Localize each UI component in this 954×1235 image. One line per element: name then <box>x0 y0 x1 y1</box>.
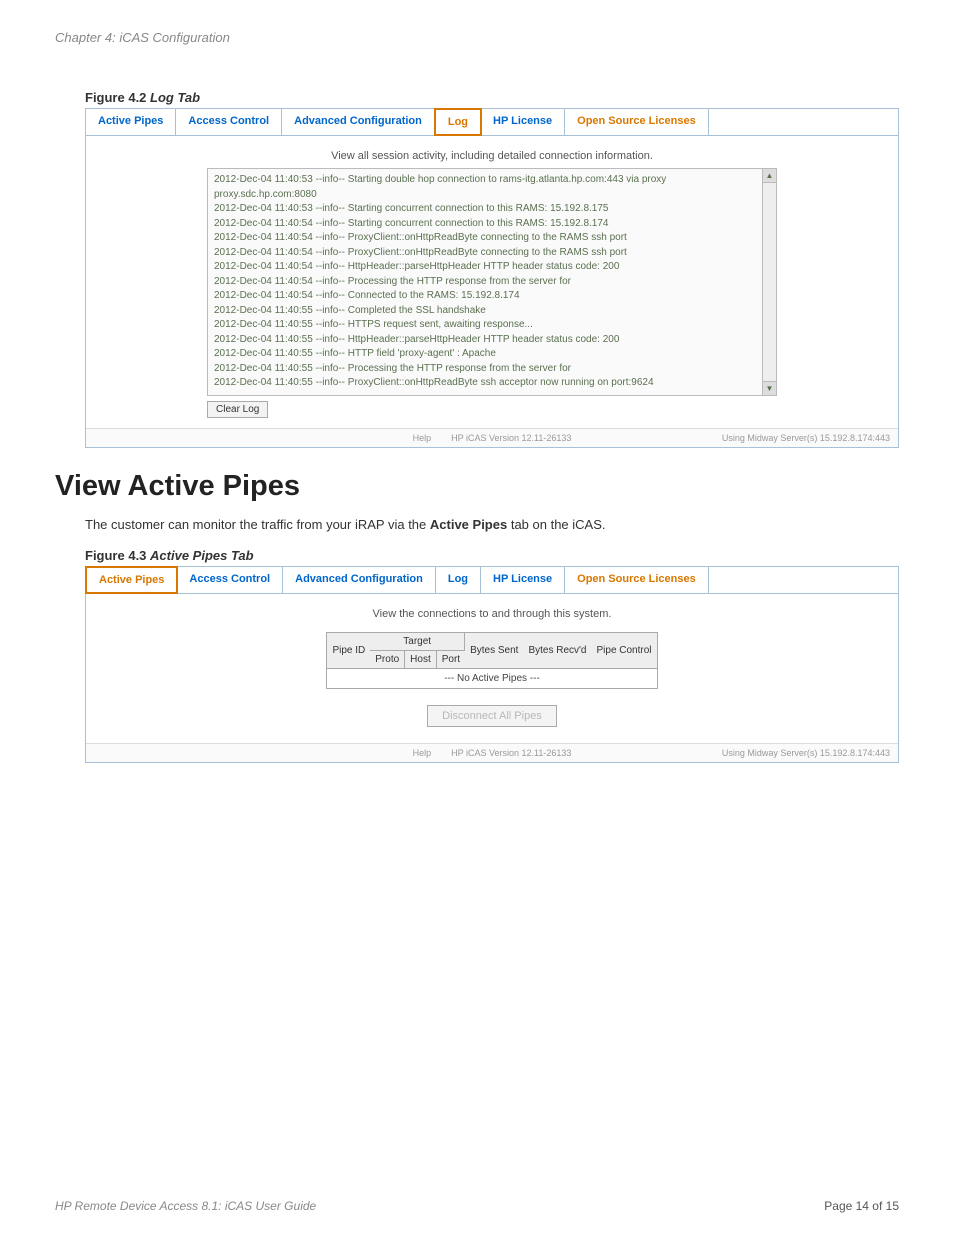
version-text: HP iCAS Version 12.11-26133 <box>451 748 571 758</box>
figure-4-3-label: Figure 4.3 Active Pipes Tab <box>85 548 899 563</box>
active-pipes-content: View the connections to and through this… <box>86 594 898 743</box>
log-line: 2012-Dec-04 11:40:55 --info-- HTTP field… <box>214 347 754 362</box>
version-text: HP iCAS Version 12.11-26133 <box>451 433 571 443</box>
scroll-up-icon[interactable]: ▲ <box>762 169 776 183</box>
disconnect-all-button[interactable]: Disconnect All Pipes <box>427 705 557 727</box>
figure-4-2-label: Figure 4.2 Log Tab <box>85 90 899 105</box>
log-line: 2012-Dec-04 11:40:54 --info-- HttpHeader… <box>214 260 754 275</box>
log-line: 2012-Dec-04 11:40:54 --info-- Connected … <box>214 289 754 304</box>
tab-advanced-config[interactable]: Advanced Configuration <box>282 109 435 135</box>
app-footer: Help HP iCAS Version 12.11-26133 Using M… <box>86 428 898 447</box>
pipes-description: View the connections to and through this… <box>96 608 888 620</box>
tab-bar: Active Pipes Access Control Advanced Con… <box>86 567 898 594</box>
server-text: Using Midway Server(s) 15.192.8.174:443 <box>625 748 890 758</box>
tab-hp-license[interactable]: HP License <box>481 109 565 135</box>
figure-prefix: Figure 4.3 <box>85 548 150 563</box>
tab-active-pipes[interactable]: Active Pipes <box>85 566 178 594</box>
col-port: Port <box>437 651 465 669</box>
figure-title: Active Pipes Tab <box>150 548 254 563</box>
text: tab on the iCAS. <box>507 517 605 532</box>
log-line: 2012-Dec-04 11:40:54 --info-- ProxyClien… <box>214 231 754 246</box>
log-description: View all session activity, including det… <box>96 150 888 162</box>
log-line: 2012-Dec-04 11:40:55 --info-- HttpHeader… <box>214 333 754 348</box>
tab-hp-license[interactable]: HP License <box>481 567 565 593</box>
log-line: 2012-Dec-04 11:40:53 --info-- Starting d… <box>214 173 754 202</box>
tab-log[interactable]: Log <box>434 108 482 136</box>
log-line: 2012-Dec-04 11:40:54 --info-- Processing… <box>214 275 754 290</box>
tab-log[interactable]: Log <box>436 567 481 593</box>
server-text: Using Midway Server(s) 15.192.8.174:443 <box>625 433 890 443</box>
body-paragraph: The customer can monitor the traffic fro… <box>85 515 899 535</box>
tab-active-pipes[interactable]: Active Pipes <box>86 109 176 135</box>
col-target: Target <box>370 633 465 651</box>
log-line: 2012-Dec-04 11:40:53 --info-- Starting c… <box>214 202 754 217</box>
page-footer: HP Remote Device Access 8.1: iCAS User G… <box>55 1199 899 1213</box>
col-pipe-id: Pipe ID <box>327 633 370 669</box>
pipes-table: Pipe ID Target Proto Host Port Bytes Sen… <box>326 632 657 689</box>
log-lines: 2012-Dec-04 11:40:53 --info-- Starting d… <box>214 173 770 391</box>
footer-title: HP Remote Device Access 8.1: iCAS User G… <box>55 1199 316 1213</box>
log-tab-content: View all session activity, including det… <box>86 136 898 428</box>
tab-access-control[interactable]: Access Control <box>177 567 283 593</box>
text: The customer can monitor the traffic fro… <box>85 517 430 532</box>
figure-prefix: Figure 4.2 <box>85 90 150 105</box>
col-bytes-sent: Bytes Sent <box>465 633 523 669</box>
help-link[interactable]: Help <box>413 748 432 758</box>
log-textarea[interactable]: ▲ ▼ 2012-Dec-04 11:40:53 --info-- Starti… <box>207 168 777 396</box>
col-host: Host <box>405 651 437 669</box>
text-bold: Active Pipes <box>430 517 507 532</box>
col-pipe-control: Pipe Control <box>591 633 656 669</box>
log-line: 2012-Dec-04 11:40:54 --info-- Starting c… <box>214 217 754 232</box>
scroll-down-icon[interactable]: ▼ <box>762 381 776 395</box>
help-link[interactable]: Help <box>413 433 432 443</box>
app-footer: Help HP iCAS Version 12.11-26133 Using M… <box>86 743 898 762</box>
log-tab-screenshot: Active Pipes Access Control Advanced Con… <box>85 108 899 448</box>
clear-log-button[interactable]: Clear Log <box>207 401 268 418</box>
tab-open-source[interactable]: Open Source Licenses <box>565 109 709 135</box>
log-line: 2012-Dec-04 11:40:55 --info-- Processing… <box>214 362 754 377</box>
scroll-track[interactable] <box>762 183 776 381</box>
log-line: 2012-Dec-04 11:40:55 --info-- ProxyClien… <box>214 376 754 391</box>
no-active-pipes-row: --- No Active Pipes --- <box>327 669 656 688</box>
tab-advanced-config[interactable]: Advanced Configuration <box>283 567 436 593</box>
tab-bar: Active Pipes Access Control Advanced Con… <box>86 109 898 136</box>
col-proto: Proto <box>370 651 405 669</box>
figure-title: Log Tab <box>150 90 200 105</box>
chapter-header: Chapter 4: iCAS Configuration <box>55 30 899 45</box>
active-pipes-screenshot: Active Pipes Access Control Advanced Con… <box>85 566 899 763</box>
log-line: 2012-Dec-04 11:40:55 --info-- HTTPS requ… <box>214 318 754 333</box>
section-heading: View Active Pipes <box>55 470 899 503</box>
tab-open-source[interactable]: Open Source Licenses <box>565 567 709 593</box>
footer-page-number: Page 14 of 15 <box>824 1199 899 1213</box>
tab-access-control[interactable]: Access Control <box>176 109 282 135</box>
log-line: 2012-Dec-04 11:40:54 --info-- ProxyClien… <box>214 246 754 261</box>
log-line: 2012-Dec-04 11:40:55 --info-- Completed … <box>214 304 754 319</box>
col-bytes-recvd: Bytes Recv'd <box>523 633 591 669</box>
